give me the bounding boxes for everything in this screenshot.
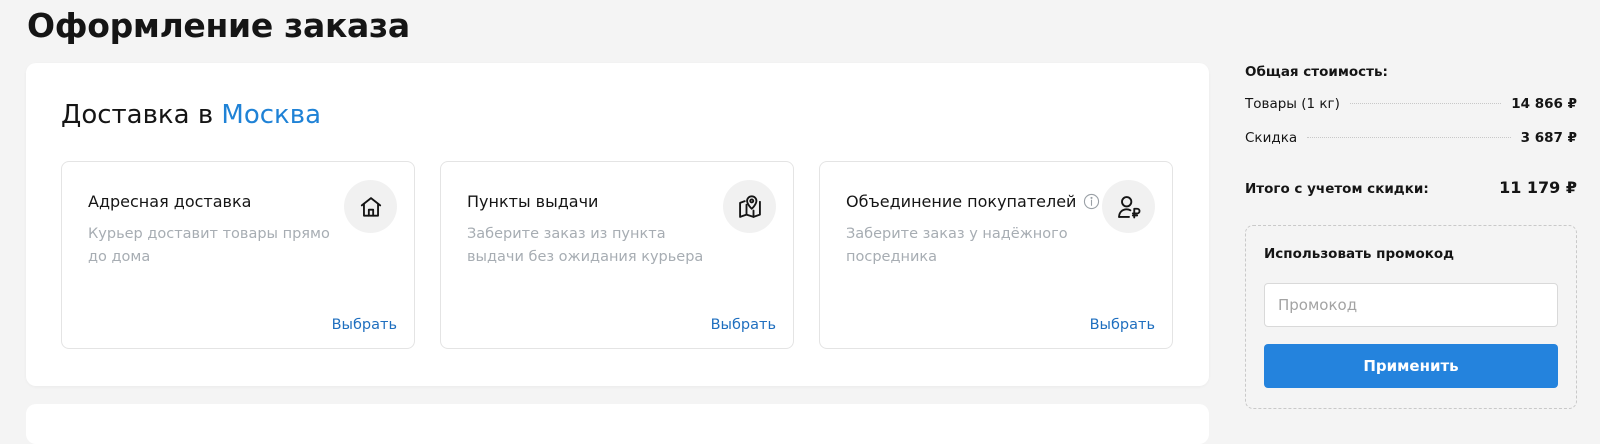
info-icon[interactable] (1082, 193, 1100, 211)
summary-row-items: Товары (1 кг) 14 866 ₽ (1245, 96, 1577, 130)
select-address-delivery-button[interactable]: Выбрать (332, 317, 397, 333)
summary-row-value: 14 866 ₽ (1511, 96, 1577, 112)
city-link[interactable]: Москва (221, 100, 321, 130)
delivery-option-address[interactable]: Адресная доставка Курьер доставит товары… (61, 161, 415, 349)
select-group-buy-button[interactable]: Выбрать (1090, 317, 1155, 333)
option-title: Пункты выдачи (467, 192, 598, 211)
summary-row-value: 3 687 ₽ (1520, 130, 1577, 146)
summary-row-discount: Скидка 3 687 ₽ (1245, 130, 1577, 164)
summary-row-label: Товары (1 кг) (1245, 96, 1340, 112)
summary-total: Итого с учетом скидки: 11 179 ₽ (1245, 178, 1577, 197)
page-title: Оформление заказа (27, 6, 410, 45)
dotted-leader (1349, 103, 1502, 104)
delivery-title-prefix: Доставка в (61, 100, 214, 130)
promo-label: Использовать промокод (1264, 246, 1455, 262)
option-title-text: Объединение покупателей (846, 192, 1077, 211)
total-value: 11 179 ₽ (1499, 178, 1577, 197)
dotted-leader (1307, 137, 1511, 138)
apply-promo-button[interactable]: Применить (1264, 344, 1558, 388)
option-description: Курьер доставит товары прямо до дома (88, 226, 330, 265)
promo-code-input[interactable] (1264, 283, 1558, 327)
option-title: Объединение покупателей (846, 192, 1100, 211)
delivery-option-pickup[interactable]: Пункты выдачи Заберите заказ из пункта в… (440, 161, 794, 349)
option-description: Заберите заказ у надёжного посредника (846, 226, 1068, 265)
user-ruble-icon (1102, 180, 1155, 233)
option-title: Адресная доставка (88, 192, 251, 211)
option-title-text: Адресная доставка (88, 192, 252, 211)
delivery-option-group-buy[interactable]: Объединение покупателей Заберите заказ у… (819, 161, 1173, 349)
total-label: Итого с учетом скидки: (1245, 181, 1429, 197)
delivery-title: Доставка в Москва (61, 100, 321, 130)
summary-heading: Общая стоимость: (1245, 64, 1388, 80)
map-pin-icon (723, 180, 776, 233)
select-pickup-button[interactable]: Выбрать (711, 317, 776, 333)
summary-row-label: Скидка (1245, 130, 1298, 146)
option-description: Заберите заказ из пункта выдачи без ожид… (467, 226, 704, 265)
delivery-section: Доставка в Москва Адресная доставка Курь… (26, 63, 1209, 386)
option-title-text: Пункты выдачи (467, 192, 599, 211)
order-summary: Общая стоимость: Товары (1 кг) 14 866 ₽ … (1245, 64, 1577, 197)
next-section-card (26, 404, 1209, 444)
promo-code-box: Использовать промокод Применить (1245, 225, 1577, 409)
home-icon (344, 180, 397, 233)
